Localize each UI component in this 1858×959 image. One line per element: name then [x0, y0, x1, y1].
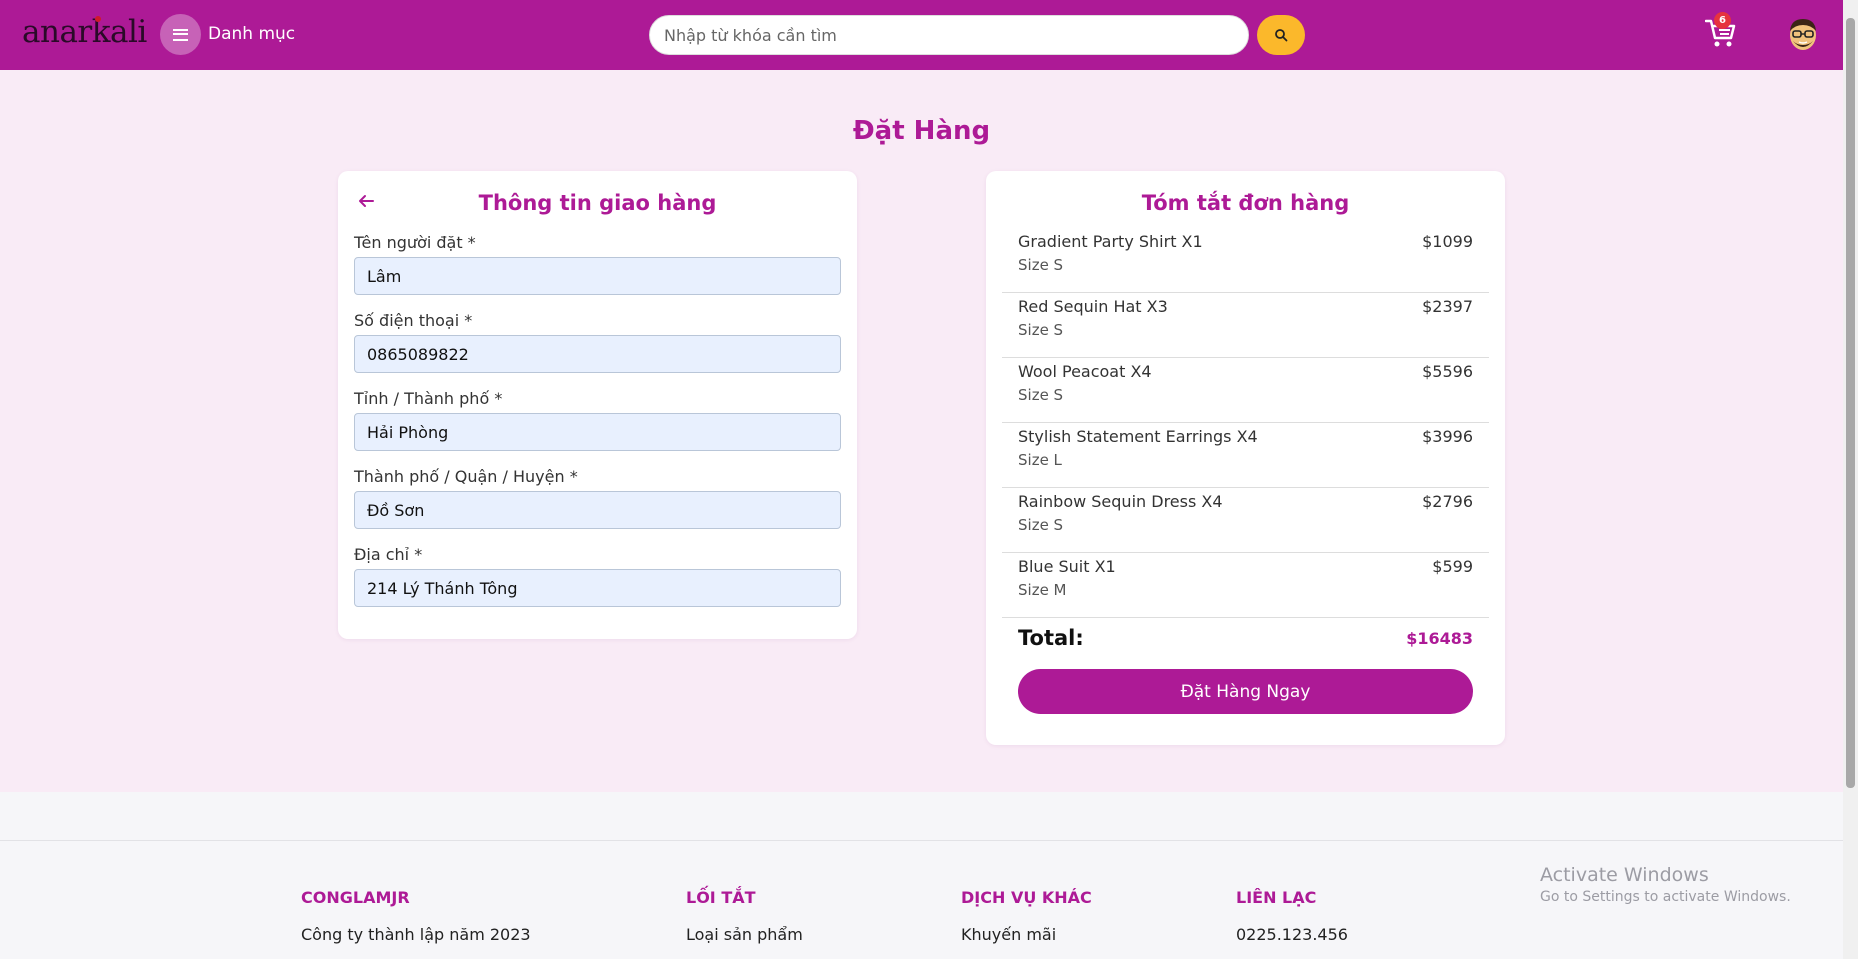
footer-contact-phone: 0225.123.456 — [1236, 925, 1348, 944]
logo-dot — [95, 16, 101, 22]
item-price: $5596 — [1422, 362, 1473, 381]
item-size: Size S — [1018, 321, 1064, 339]
place-order-button[interactable]: Đặt Hàng Ngay — [1018, 669, 1473, 714]
province-label: Tỉnh / Thành phố * — [354, 389, 503, 408]
list-item: Wool Peacoat X4 Size S $5596 — [1002, 358, 1489, 423]
address-label: Địa chỉ * — [354, 545, 423, 564]
item-name: Wool Peacoat X4 — [1018, 362, 1152, 381]
total-value: $16483 — [1406, 629, 1473, 648]
windows-watermark-title: Activate Windows — [1540, 864, 1709, 886]
footer-heading-company: CONGLAMJR — [301, 888, 410, 907]
scrollbar-thumb[interactable] — [1846, 18, 1855, 788]
footer-link-promotions[interactable]: Khuyến mãi — [961, 925, 1056, 944]
shipping-info-card: Thông tin giao hàng Tên người đặt * Số đ… — [338, 171, 857, 639]
menu-button[interactable] — [160, 14, 201, 55]
footer-heading-contact: LIÊN LẠC — [1236, 888, 1317, 907]
item-name: Rainbow Sequin Dress X4 — [1018, 492, 1223, 511]
item-size: Size S — [1018, 516, 1064, 534]
name-field[interactable] — [354, 257, 841, 295]
item-name: Stylish Statement Earrings X4 — [1018, 427, 1258, 446]
top-header: anarkali Danh mục 6 — [0, 0, 1843, 70]
order-summary-card: Tóm tắt đơn hàng Gradient Party Shirt X1… — [986, 171, 1505, 745]
search-input[interactable] — [649, 15, 1249, 55]
item-price: $1099 — [1422, 232, 1473, 251]
item-size: Size S — [1018, 256, 1064, 274]
windows-watermark-subtitle: Go to Settings to activate Windows. — [1540, 889, 1791, 905]
menu-icon — [173, 28, 188, 41]
footer-heading-shortcuts: LỐI TẮT — [686, 888, 756, 907]
district-field[interactable] — [354, 491, 841, 529]
address-field[interactable] — [354, 569, 841, 607]
item-name: Gradient Party Shirt X1 — [1018, 232, 1203, 251]
summary-title: Tóm tắt đơn hàng — [1141, 191, 1350, 215]
item-size: Size S — [1018, 386, 1064, 404]
avatar-icon[interactable] — [1787, 17, 1819, 51]
footer-link-product-types[interactable]: Loại sản phẩm — [686, 925, 803, 944]
phone-label: Số điện thoại * — [354, 311, 473, 330]
list-item: Blue Suit X1 Size M $599 — [1002, 553, 1489, 618]
shipping-title: Thông tin giao hàng — [478, 191, 717, 215]
page-title: Đặt Hàng — [852, 116, 991, 146]
list-item: Stylish Statement Earrings X4 Size L $39… — [1002, 423, 1489, 488]
item-price: $3996 — [1422, 427, 1473, 446]
menu-label[interactable]: Danh mục — [208, 24, 295, 44]
total-label: Total: — [1018, 626, 1084, 650]
item-size: Size M — [1018, 581, 1067, 599]
list-item: Gradient Party Shirt X1 Size S $1099 — [1002, 228, 1489, 293]
list-item: Rainbow Sequin Dress X4 Size S $2796 — [1002, 488, 1489, 553]
footer-divider — [0, 840, 1843, 841]
item-price: $2397 — [1422, 297, 1473, 316]
district-label: Thành phố / Quận / Huyện * — [354, 467, 578, 486]
item-price: $2796 — [1422, 492, 1473, 511]
item-name: Blue Suit X1 — [1018, 557, 1116, 576]
footer-heading-services: DỊCH VỤ KHÁC — [961, 888, 1092, 907]
item-size: Size L — [1018, 451, 1062, 469]
item-price: $599 — [1432, 557, 1473, 576]
name-label: Tên người đặt * — [354, 233, 476, 252]
phone-field[interactable] — [354, 335, 841, 373]
province-field[interactable] — [354, 413, 841, 451]
search-icon — [1275, 29, 1288, 42]
logo[interactable]: anarkali — [22, 14, 147, 50]
footer-text-company: Công ty thành lập năm 2023 — [301, 925, 531, 944]
item-name: Red Sequin Hat X3 — [1018, 297, 1168, 316]
search-button[interactable] — [1257, 15, 1305, 55]
cart-count-badge: 6 — [1714, 12, 1731, 29]
list-item: Red Sequin Hat X3 Size S $2397 — [1002, 293, 1489, 358]
